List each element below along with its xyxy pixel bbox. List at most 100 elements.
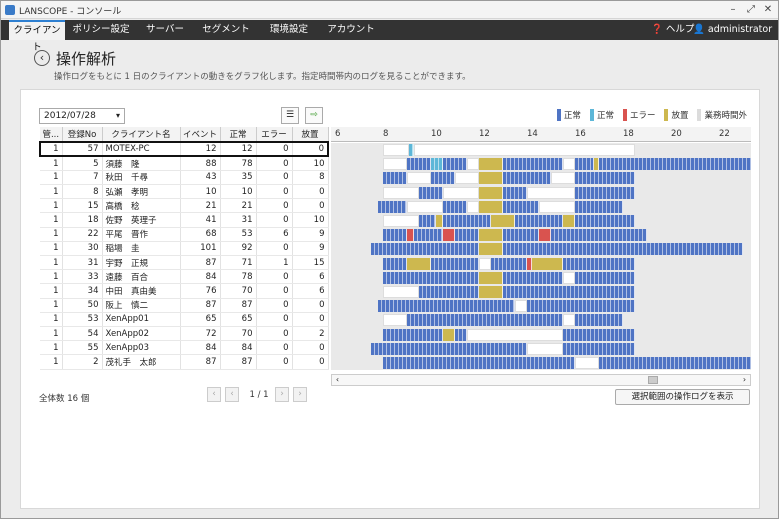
activity-segment — [383, 158, 407, 171]
timeline-row[interactable] — [331, 157, 751, 172]
table-cell: 平尾 晋作 — [102, 227, 181, 242]
table-cell: 9 — [292, 227, 329, 242]
close-icon[interactable]: ✕ — [760, 3, 776, 17]
show-selected-logs-button[interactable]: 選択範囲の操作ログを表示 — [615, 389, 750, 405]
table-row[interactable]: 1 15 高橋 稔 21 21 0 0 — [40, 198, 329, 214]
table-row[interactable]: 1 31 宇野 正規 87 71 1 15 — [40, 255, 329, 271]
activity-segment — [407, 257, 431, 270]
col-client-name[interactable]: クライアント名 — [102, 127, 181, 143]
col-reg-no[interactable]: 登録No — [62, 127, 103, 143]
scroll-left-icon[interactable]: ‹ — [332, 375, 343, 385]
table-row[interactable]: 1 57 MOTEX-PC 12 12 0 0 — [39, 140, 329, 158]
tab-environment[interactable]: 環境設定 — [261, 20, 317, 40]
tab-account[interactable]: アカウント — [323, 20, 379, 40]
activity-segment — [414, 144, 635, 156]
timeline-row[interactable] — [331, 228, 751, 243]
table-cell: 50 — [62, 298, 103, 313]
table-row[interactable]: 1 2 茂礼手 太郎 87 87 0 0 — [40, 354, 329, 370]
scroll-right-icon[interactable]: › — [739, 375, 750, 385]
table-row[interactable]: 1 8 弘瀬 孝明 10 10 0 0 — [40, 184, 329, 200]
legend-item-normal: 正常 — [556, 109, 581, 121]
table-row[interactable]: 1 55 XenApp03 84 84 0 0 — [40, 340, 329, 356]
table-row[interactable]: 1 33 遠藤 百合 84 78 0 6 — [40, 269, 329, 285]
table-cell: 22 — [62, 227, 103, 242]
timeline-row[interactable] — [331, 270, 751, 285]
activity-segment — [443, 229, 455, 242]
list-view-button[interactable]: ☰ — [281, 107, 299, 124]
table-cell: 阪上 慎二 — [102, 298, 181, 313]
timeline-row[interactable] — [331, 327, 751, 342]
timeline-row[interactable] — [331, 143, 751, 158]
scroll-thumb[interactable] — [648, 376, 658, 384]
table-row[interactable]: 1 50 阪上 慎二 87 87 0 0 — [40, 298, 329, 313]
activity-segment — [503, 200, 539, 213]
table-cell: XenApp01 — [102, 312, 181, 327]
page-indicator: 1 / 1 — [249, 390, 269, 400]
legend-item-error: エラー — [622, 109, 655, 121]
table-cell: 70 — [220, 326, 257, 342]
table-row[interactable]: 1 22 平尾 晋作 68 53 6 9 — [40, 227, 329, 242]
col-normal[interactable]: 正常 — [220, 127, 257, 143]
col-admin[interactable]: 管... — [40, 127, 63, 143]
activity-segment — [479, 286, 503, 298]
list-icon: ☰ — [285, 110, 295, 120]
date-select[interactable]: 2012/07/28 ▾ — [39, 108, 125, 124]
back-button[interactable]: ‹ — [34, 50, 50, 66]
date-value: 2012/07/28 — [44, 111, 96, 121]
chevron-left-icon: ‹ — [39, 51, 45, 64]
timeline-row[interactable] — [331, 171, 751, 186]
tab-segment[interactable]: セグメント — [197, 20, 255, 40]
table-row[interactable]: 1 30 稲場 圭 101 92 0 9 — [40, 241, 329, 257]
table-cell: 1 — [40, 184, 63, 200]
timeline-row[interactable] — [331, 313, 751, 328]
timeline-row[interactable] — [331, 299, 751, 314]
timeline-row[interactable] — [331, 214, 751, 229]
prev-page-button[interactable]: ‹ — [225, 387, 239, 402]
table-row[interactable]: 1 54 XenApp02 72 70 0 2 — [40, 326, 329, 342]
help-link[interactable]: ❓ ヘルプ — [651, 20, 694, 40]
table-cell: 佐野 英理子 — [102, 212, 181, 228]
export-button[interactable]: ⇨ — [305, 107, 323, 124]
timeline-row[interactable] — [331, 285, 751, 300]
timeline-row[interactable] — [331, 341, 751, 356]
table-cell: 71 — [220, 255, 257, 271]
activity-segment — [563, 271, 575, 284]
activity-segment — [563, 314, 575, 327]
activity-segment — [503, 186, 527, 199]
tab-server[interactable]: サーバー — [139, 20, 191, 40]
next-page-button[interactable]: › — [275, 387, 289, 402]
timeline-row[interactable] — [331, 199, 751, 214]
activity-segment — [431, 158, 443, 171]
table-row[interactable]: 1 53 XenApp01 65 65 0 0 — [40, 312, 329, 327]
col-error[interactable]: エラー — [256, 127, 293, 143]
hour-label: 14 — [527, 129, 538, 139]
table-row[interactable]: 1 34 中田 真由美 76 70 0 6 — [40, 283, 329, 299]
timeline-row[interactable] — [331, 242, 751, 257]
hour-label: 20 — [671, 129, 682, 139]
first-page-button[interactable]: ‹ — [207, 387, 221, 402]
activity-segment — [431, 257, 479, 270]
table-row[interactable]: 1 7 秋田 千尋 43 35 0 8 — [40, 170, 329, 186]
col-idle[interactable]: 放置 — [292, 127, 329, 143]
tab-client[interactable]: クライアント — [9, 20, 65, 53]
maximize-icon[interactable]: ⤢ — [743, 3, 759, 17]
activity-timeline[interactable]: 6 8 10 12 14 16 18 20 22 — [331, 127, 751, 373]
hour-label: 22 — [719, 129, 730, 139]
tab-policy[interactable]: ポリシー設定 — [69, 20, 133, 40]
user-menu[interactable]: 👤 administrator — [693, 20, 772, 40]
timeline-row[interactable] — [331, 256, 751, 271]
timeline-row[interactable] — [331, 356, 751, 371]
col-event[interactable]: イベント — [180, 127, 221, 143]
table-row[interactable]: 1 18 佐野 英理子 41 31 0 10 — [40, 212, 329, 228]
table-row[interactable]: 1 5 須藤 隆 88 78 0 10 — [40, 156, 329, 171]
last-page-button[interactable]: › — [293, 387, 307, 402]
user-name: administrator — [707, 24, 773, 35]
minimize-icon[interactable]: – — [725, 3, 741, 17]
timeline-row[interactable] — [331, 185, 751, 200]
table-cell: 0 — [256, 170, 293, 186]
timeline-scrollbar[interactable]: ‹ › — [331, 374, 751, 386]
table-cell: 0 — [292, 298, 329, 313]
activity-segment — [479, 271, 503, 284]
table-cell: 76 — [180, 283, 221, 299]
table-cell: 0 — [256, 340, 293, 356]
